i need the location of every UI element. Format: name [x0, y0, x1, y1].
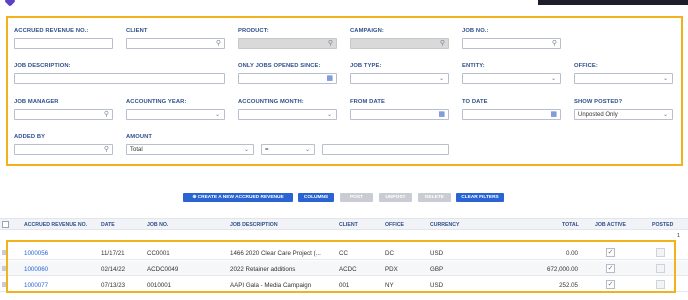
office-label: OFFICE:: [574, 63, 598, 69]
search-icon[interactable]: ⚲: [552, 40, 557, 48]
from-date-input[interactable]: ▦: [350, 109, 449, 120]
amount-label: AMOUNT: [126, 134, 153, 140]
from-date-label: FROM DATE: [350, 99, 385, 105]
column-header-job-no[interactable]: JOB NO.: [147, 222, 168, 228]
column-header-client[interactable]: CLIENT: [339, 222, 358, 228]
columns-button[interactable]: COLUMNS: [298, 193, 334, 202]
search-icon: ⚲: [439, 40, 445, 47]
campaign-input: ⚲: [350, 38, 449, 49]
product-input: ⚲: [238, 38, 337, 49]
delete-button[interactable]: DELETE: [418, 193, 451, 202]
only-jobs-opened-since-input[interactable]: ▦: [238, 73, 337, 84]
to-date-label: TO DATE: [462, 99, 488, 105]
job-type-label: JOB TYPE:: [350, 63, 382, 69]
accrued-revenue-no-input[interactable]: [14, 38, 113, 49]
added-by-label: ADDED BY: [14, 134, 46, 140]
campaign-label: CAMPAIGN:: [350, 28, 384, 34]
job-no-label: JOB NO.:: [462, 28, 489, 34]
job-no-input[interactable]: ⚲: [462, 38, 561, 49]
product-label: PRODUCT:: [238, 28, 269, 34]
column-header-total[interactable]: TOTAL: [562, 222, 579, 228]
column-header-office[interactable]: OFFICE: [385, 222, 404, 228]
entity-label: ENTITY:: [462, 63, 485, 69]
chevron-down-icon: ⌄: [663, 112, 669, 118]
highlighted-rows-outline: [6, 240, 676, 293]
chevron-down-icon: ⌄: [244, 147, 250, 153]
to-date-input[interactable]: ▦: [462, 109, 561, 120]
calendar-icon[interactable]: ▦: [550, 111, 557, 119]
top-bar: [0, 0, 688, 11]
search-icon: ⚲: [327, 40, 333, 47]
show-posted-value: Unposted Only: [578, 112, 618, 118]
app-logo: [4, 0, 16, 7]
chevron-down-icon: ⌄: [439, 76, 445, 82]
accounting-month-label: ACCOUNTING MONTH:: [238, 99, 304, 105]
filter-panel: ACCRUED REVENUE NO.: CLIENT ⚲ PRODUCT: ⚲…: [6, 16, 683, 166]
action-toolbar: ⊕ CREATE A NEW ACCRUED REVENUE COLUMNS P…: [0, 193, 688, 203]
accounting-year-label: ACCOUNTING YEAR:: [126, 99, 187, 105]
job-description-input[interactable]: [14, 73, 225, 84]
accounting-month-select[interactable]: ⌄: [238, 109, 337, 120]
amount-operator-value: =: [265, 147, 269, 153]
amount-type-value: Total: [130, 147, 143, 153]
post-button[interactable]: POST: [340, 193, 373, 202]
column-header-posted[interactable]: POSTED: [652, 222, 673, 228]
calendar-icon[interactable]: ▦: [326, 75, 333, 83]
added-by-input[interactable]: ⚲: [14, 144, 113, 155]
search-icon[interactable]: ⚲: [216, 40, 221, 48]
clear-filters-button[interactable]: CLEAR FILTERS: [456, 193, 504, 202]
calendar-icon[interactable]: ▦: [438, 111, 445, 119]
column-header-job-description[interactable]: JOB DESCRIPTION: [230, 222, 278, 228]
amount-value-input[interactable]: [322, 144, 449, 155]
show-posted-label: SHOW POSTED?: [574, 99, 623, 105]
accounting-year-select[interactable]: ⌄: [126, 109, 225, 120]
client-input[interactable]: ⚲: [126, 38, 225, 49]
top-bar-dark-strip: [538, 0, 688, 5]
search-icon[interactable]: ⚲: [104, 111, 109, 119]
job-type-select[interactable]: ⌄: [350, 73, 449, 84]
entity-select[interactable]: ⌄: [462, 73, 561, 84]
page-number[interactable]: 1: [677, 233, 680, 239]
job-description-label: JOB DESCRIPTION:: [14, 63, 71, 69]
search-icon[interactable]: ⚲: [104, 146, 109, 154]
select-all-checkbox[interactable]: [2, 221, 9, 228]
chevron-down-icon: ⌄: [327, 112, 333, 118]
chevron-down-icon: ⌄: [215, 112, 221, 118]
column-header-accrued-revenue-no[interactable]: ACCRUED REVENUE NO.: [24, 222, 87, 228]
only-jobs-opened-since-label: ONLY JOBS OPENED SINCE:: [238, 63, 321, 69]
chevron-down-icon: ⌄: [551, 76, 557, 82]
show-posted-select[interactable]: Unposted Only ⌄: [574, 109, 673, 120]
create-accrued-revenue-button[interactable]: ⊕ CREATE A NEW ACCRUED REVENUE: [183, 193, 293, 202]
office-select[interactable]: ⌄: [574, 73, 673, 84]
client-label: CLIENT: [126, 28, 148, 34]
chevron-down-icon: ⌄: [305, 147, 311, 153]
amount-operator-select[interactable]: = ⌄: [261, 144, 315, 155]
column-header-date[interactable]: DATE: [101, 222, 115, 228]
accrued-revenue-no-label: ACCRUED REVENUE NO.:: [14, 28, 89, 34]
unpost-button[interactable]: UNPOST: [379, 193, 412, 202]
create-accrued-revenue-label: CREATE A NEW ACCRUED REVENUE: [197, 195, 284, 200]
column-header-currency[interactable]: CURRENCY: [430, 222, 459, 228]
amount-type-select[interactable]: Total ⌄: [126, 144, 254, 155]
chevron-down-icon: ⌄: [663, 76, 669, 82]
table-header: ACCRUED REVENUE NO. DATE JOB NO. JOB DES…: [0, 218, 688, 230]
column-header-job-active[interactable]: JOB ACTIVE: [595, 222, 626, 228]
job-manager-input[interactable]: ⚲: [14, 109, 113, 120]
job-manager-label: JOB MANAGER: [14, 99, 59, 105]
